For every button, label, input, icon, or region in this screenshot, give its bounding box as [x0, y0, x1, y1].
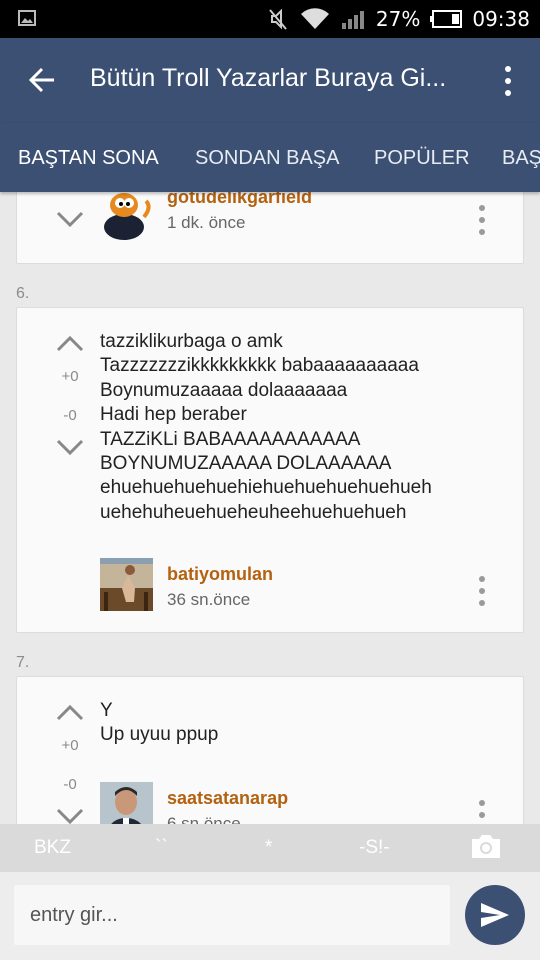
- avatar[interactable]: [100, 782, 153, 824]
- entry-number: 7.: [16, 654, 30, 671]
- author-name[interactable]: saatsatanarap: [167, 788, 288, 809]
- entry-menu-icon[interactable]: [477, 576, 487, 606]
- tab-bar: BAŞTAN SONA SONDAN BAŞA POPÜLER BAŞ: [0, 123, 540, 192]
- author-name[interactable]: batiyomulan: [167, 564, 273, 585]
- downvote-icon[interactable]: [55, 438, 85, 456]
- entry-list[interactable]: gotudelikgarfield 1 dk. önce 6. +0 -0 ta…: [0, 192, 540, 824]
- send-icon: [481, 903, 509, 927]
- backtick-button[interactable]: ``: [155, 837, 168, 859]
- wifi-icon: [300, 8, 329, 30]
- upvote-icon[interactable]: [55, 335, 85, 353]
- entry-card: +0 -0 tazziklikurbaga o amk Tazzzzzzzikk…: [16, 307, 524, 633]
- downvote-icon[interactable]: [55, 210, 85, 228]
- entry-card: gotudelikgarfield 1 dk. önce: [16, 192, 524, 264]
- entry-number: 6.: [16, 285, 30, 302]
- bkz-button[interactable]: BKZ: [34, 837, 71, 859]
- signal-icon: [341, 11, 364, 29]
- format-toolbar: BKZ `` * -S!-: [0, 824, 540, 872]
- tab-bas[interactable]: BAŞ: [502, 147, 540, 170]
- avatar[interactable]: [100, 558, 153, 611]
- entry-input[interactable]: [14, 885, 450, 945]
- status-bar: 27% 09:38: [0, 0, 540, 38]
- app-bar: Bütün Troll Yazarlar Buraya Gi...: [0, 38, 540, 123]
- tab-sondan-basa[interactable]: SONDAN BAŞA: [195, 147, 339, 170]
- upvote-count: +0: [61, 368, 79, 385]
- gallery-notification-icon: [18, 10, 36, 26]
- star-button[interactable]: *: [265, 837, 272, 859]
- send-button[interactable]: [465, 885, 525, 945]
- downvote-count: -0: [63, 407, 77, 424]
- downvote-count: -0: [63, 776, 77, 793]
- overflow-menu-icon[interactable]: [498, 66, 518, 96]
- tab-bastan-sona[interactable]: BAŞTAN SONA: [18, 147, 159, 170]
- camera-icon[interactable]: [470, 832, 502, 860]
- entry-text: Y Up uyuu ppup: [100, 700, 219, 746]
- spoiler-button[interactable]: -S!-: [359, 837, 390, 859]
- entry-time: 1 dk. önce: [167, 213, 246, 232]
- entry-card: +0 -0 Y Up uyuu ppup saatsatanarap 6 sn.…: [16, 676, 524, 824]
- user-photo-avatar: [100, 558, 153, 611]
- battery-percent: 27%: [375, 7, 421, 31]
- entry-menu-icon[interactable]: [477, 205, 487, 235]
- entry-time: 36 sn.önce: [167, 590, 251, 609]
- garfield-avatar-image: [100, 192, 153, 240]
- clock: 09:38: [472, 7, 530, 31]
- entry-input-area: [0, 872, 540, 960]
- upvote-icon[interactable]: [55, 704, 85, 722]
- tab-populer[interactable]: POPÜLER: [374, 147, 470, 170]
- upvote-count: +0: [61, 737, 79, 754]
- page-title: Bütün Troll Yazarlar Buraya Gi...: [90, 64, 447, 92]
- mute-icon: [269, 8, 287, 30]
- entry-time: 6 sn.önce: [167, 814, 241, 824]
- battery-icon: [430, 10, 463, 28]
- user-photo-avatar: [100, 782, 153, 824]
- downvote-icon[interactable]: [55, 807, 85, 824]
- author-name[interactable]: gotudelikgarfield: [167, 192, 312, 208]
- avatar[interactable]: [100, 192, 153, 240]
- entry-menu-icon[interactable]: [477, 800, 487, 824]
- entry-text: tazziklikurbaga o amk Tazzzzzzzikkkkkkkk…: [100, 331, 432, 523]
- back-arrow-icon[interactable]: [28, 66, 56, 94]
